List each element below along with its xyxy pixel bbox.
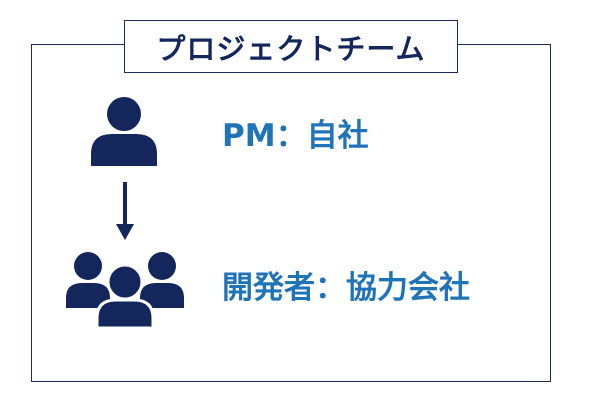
- developer-role-label: 開発者：協力会社: [222, 270, 470, 306]
- arrow-down-icon: [116, 182, 134, 240]
- team-title: プロジェクトチーム: [124, 20, 458, 73]
- pm-role-label: PM：自社: [222, 118, 369, 154]
- person-icon: [91, 97, 157, 166]
- group-icon: [66, 252, 184, 328]
